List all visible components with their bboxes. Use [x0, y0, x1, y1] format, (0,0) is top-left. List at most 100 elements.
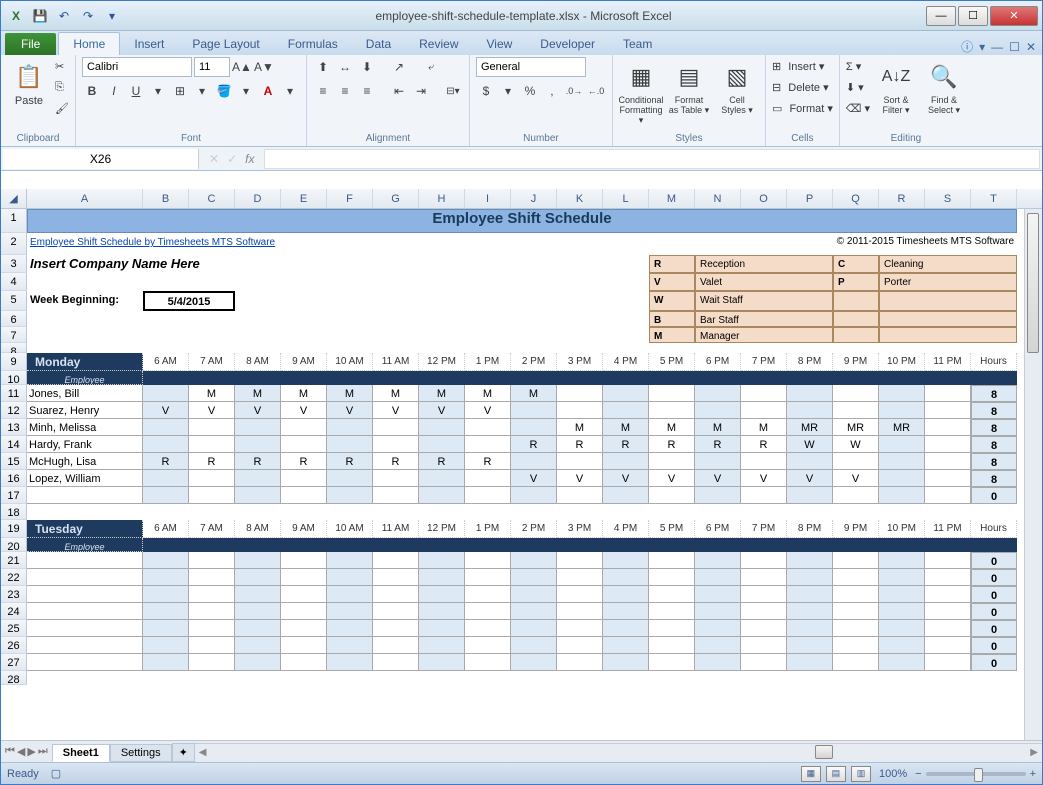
tab-formulas[interactable]: Formulas: [274, 33, 352, 55]
shift-cell[interactable]: [511, 419, 557, 436]
workbook-max-icon[interactable]: ☐: [1009, 40, 1020, 54]
comma-button[interactable]: ,: [542, 81, 562, 101]
shift-cell[interactable]: [235, 620, 281, 637]
shift-cell[interactable]: [557, 453, 603, 470]
shift-cell[interactable]: [419, 654, 465, 671]
shift-cell[interactable]: [741, 603, 787, 620]
shift-cell[interactable]: W: [833, 436, 879, 453]
shift-cell[interactable]: [741, 402, 787, 419]
workbook-min-icon[interactable]: —: [991, 40, 1003, 54]
column-header[interactable]: I: [465, 189, 511, 208]
shift-cell[interactable]: V: [189, 402, 235, 419]
shift-cell[interactable]: [281, 470, 327, 487]
shift-cell[interactable]: V: [373, 402, 419, 419]
shift-cell[interactable]: R: [603, 436, 649, 453]
shift-cell[interactable]: [787, 552, 833, 569]
shift-cell[interactable]: [189, 419, 235, 436]
shift-cell[interactable]: [189, 620, 235, 637]
shift-cell[interactable]: [465, 552, 511, 569]
align-left-button[interactable]: ≡: [313, 81, 333, 101]
shift-cell[interactable]: [925, 470, 971, 487]
shift-cell[interactable]: [879, 453, 925, 470]
shift-cell[interactable]: [189, 569, 235, 586]
shift-cell[interactable]: [925, 569, 971, 586]
tab-insert[interactable]: Insert: [120, 33, 178, 55]
shift-cell[interactable]: [327, 603, 373, 620]
shift-cell[interactable]: [603, 453, 649, 470]
shift-cell[interactable]: R: [143, 453, 189, 470]
macro-record-icon[interactable]: ▢: [51, 767, 61, 780]
shift-cell[interactable]: [465, 487, 511, 504]
shift-cell[interactable]: [603, 552, 649, 569]
shift-cell[interactable]: [373, 654, 419, 671]
normal-view-button[interactable]: ▦: [801, 766, 821, 782]
shift-cell[interactable]: [281, 419, 327, 436]
shift-cell[interactable]: [281, 552, 327, 569]
shift-cell[interactable]: [511, 453, 557, 470]
border-button[interactable]: ⊞: [170, 81, 190, 101]
employee-name-cell[interactable]: [27, 620, 143, 637]
shift-cell[interactable]: [557, 487, 603, 504]
shift-cell[interactable]: [833, 402, 879, 419]
help-icon[interactable]: ⓘ: [961, 38, 973, 55]
format-painter-button[interactable]: 🖌: [55, 99, 69, 117]
shift-cell[interactable]: [649, 637, 695, 654]
zoom-in-button[interactable]: +: [1030, 768, 1036, 780]
shift-cell[interactable]: [557, 603, 603, 620]
employee-name-cell[interactable]: [27, 654, 143, 671]
shift-cell[interactable]: [235, 470, 281, 487]
new-sheet-tab[interactable]: ✦: [172, 743, 195, 762]
save-icon[interactable]: 💾: [29, 5, 51, 27]
employee-name-cell[interactable]: [27, 569, 143, 586]
horizontal-scrollbar[interactable]: ◀ ▶: [195, 743, 1042, 761]
employee-name-cell[interactable]: Suarez, Henry: [27, 402, 143, 419]
shift-cell[interactable]: [373, 552, 419, 569]
italic-button[interactable]: I: [104, 81, 124, 101]
shift-cell[interactable]: [511, 637, 557, 654]
shift-cell[interactable]: [925, 436, 971, 453]
shift-cell[interactable]: [649, 402, 695, 419]
shift-cell[interactable]: [235, 436, 281, 453]
shift-cell[interactable]: [557, 552, 603, 569]
shift-cell[interactable]: [925, 453, 971, 470]
format-as-table-button[interactable]: ▤Formatas Table ▾: [667, 57, 711, 116]
workbook-close-icon[interactable]: ✕: [1026, 40, 1036, 54]
shift-cell[interactable]: [557, 569, 603, 586]
shift-cell[interactable]: V: [649, 470, 695, 487]
minimize-button[interactable]: —: [926, 6, 956, 26]
format-cells-button[interactable]: ▭ Format ▾: [772, 99, 833, 117]
shift-cell[interactable]: [925, 487, 971, 504]
select-all-cell[interactable]: ◢: [1, 189, 27, 208]
decrease-indent-button[interactable]: ⇤: [389, 81, 409, 101]
shift-cell[interactable]: [603, 487, 649, 504]
shrink-font-button[interactable]: A▼: [254, 57, 274, 77]
shift-cell[interactable]: [419, 552, 465, 569]
shift-cell[interactable]: [511, 552, 557, 569]
shift-cell[interactable]: [419, 436, 465, 453]
shift-cell[interactable]: MR: [787, 419, 833, 436]
tab-nav-next-icon[interactable]: ▶: [27, 745, 35, 758]
column-header[interactable]: K: [557, 189, 603, 208]
shift-cell[interactable]: [925, 637, 971, 654]
shift-cell[interactable]: [373, 419, 419, 436]
employee-name-cell[interactable]: Lopez, William: [27, 470, 143, 487]
shift-cell[interactable]: [787, 620, 833, 637]
shift-cell[interactable]: [879, 620, 925, 637]
column-header[interactable]: F: [327, 189, 373, 208]
shift-cell[interactable]: [649, 385, 695, 402]
shift-cell[interactable]: [879, 552, 925, 569]
shift-cell[interactable]: [695, 620, 741, 637]
shift-cell[interactable]: [281, 620, 327, 637]
shift-cell[interactable]: [787, 385, 833, 402]
shift-cell[interactable]: [327, 586, 373, 603]
sort-filter-button[interactable]: A↓ZSort &Filter ▾: [874, 57, 918, 116]
align-bottom-button[interactable]: ⬇: [357, 57, 377, 77]
shift-cell[interactable]: M: [649, 419, 695, 436]
page-layout-view-button[interactable]: ▤: [826, 766, 846, 782]
shift-cell[interactable]: V: [327, 402, 373, 419]
decrease-decimal-button[interactable]: ←.0: [586, 81, 606, 101]
zoom-level[interactable]: 100%: [879, 768, 907, 780]
bold-button[interactable]: B: [82, 81, 102, 101]
qat-dropdown-icon[interactable]: ▾: [101, 5, 123, 27]
source-link[interactable]: Employee Shift Schedule by Timesheets MT…: [30, 237, 275, 248]
